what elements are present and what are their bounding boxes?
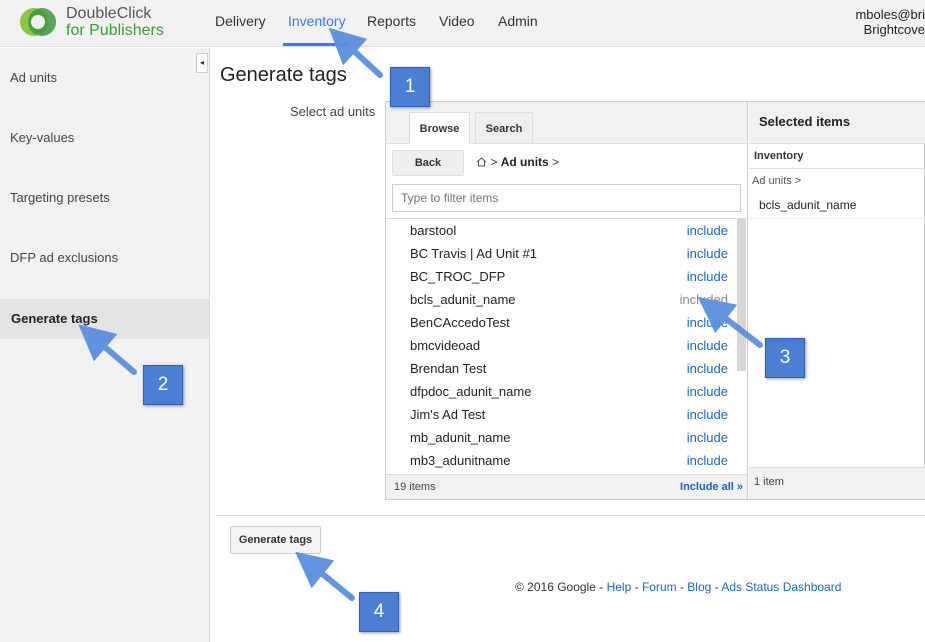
include-link[interactable]: include xyxy=(687,449,728,472)
nav-reports[interactable]: Reports xyxy=(367,13,416,29)
ad-unit-name: mb_adunit_name xyxy=(410,430,511,445)
included-status: included xyxy=(679,292,728,307)
ad-unit-picker: Browse Search Back > Ad units > barstool… xyxy=(385,101,925,500)
include-all-link[interactable]: Include all » xyxy=(680,475,743,500)
filter-input[interactable] xyxy=(392,184,741,212)
selected-breadcrumb: Ad units > xyxy=(752,175,802,187)
sidebar-item-dfp-ad-exclusions[interactable]: DFP ad exclusions xyxy=(0,238,209,278)
footer-link-forum[interactable]: Forum xyxy=(642,580,677,594)
ad-unit-name: bcls_adunit_name xyxy=(410,292,516,307)
sidebar-item-generate-tags[interactable]: Generate tags xyxy=(0,299,209,339)
selected-count: 1 item xyxy=(749,467,925,499)
page-title: Generate tags xyxy=(220,64,347,86)
selected-item[interactable]: bcls_adunit_name xyxy=(759,198,856,212)
sidebar: Ad units Key-values Targeting presets DF… xyxy=(0,48,210,642)
callout-4: 4 xyxy=(359,592,399,632)
nav-inventory[interactable]: Inventory xyxy=(288,13,346,29)
ad-unit-name: BC_TROC_DFP xyxy=(410,269,506,284)
nav-video[interactable]: Video xyxy=(439,13,475,29)
include-link[interactable]: include xyxy=(687,357,728,380)
callout-2: 2 xyxy=(143,365,183,405)
list-item: bmcvideoad include xyxy=(386,334,736,357)
ad-unit-name: BenCAccedoTest xyxy=(410,315,510,330)
include-link[interactable]: include xyxy=(687,380,728,403)
ad-unit-name: Brendan Test xyxy=(410,361,487,376)
ad-unit-name: BC Travis | Ad Unit #1 xyxy=(410,246,537,261)
ad-unit-name: Jim's Ad Test xyxy=(410,407,486,422)
include-link[interactable]: include xyxy=(687,403,728,426)
footer-separator: - xyxy=(711,580,722,594)
breadcrumb-separator: > xyxy=(490,155,498,169)
list-item: Brendan Test include xyxy=(386,357,736,380)
list-item: BC Travis | Ad Unit #1 include xyxy=(386,242,736,265)
tab-browse[interactable]: Browse xyxy=(409,112,470,144)
include-link[interactable]: include xyxy=(687,219,728,242)
list-item: bcls_adunit_name included xyxy=(386,288,736,311)
copyright: © 2016 Google - xyxy=(515,580,607,594)
footer-separator: - xyxy=(676,580,688,594)
sidebar-item-key-values[interactable]: Key-values xyxy=(0,118,209,158)
logo-text[interactable]: DoubleClick for Publishers xyxy=(66,5,164,39)
list-item: BC_TROC_DFP include xyxy=(386,265,736,288)
doubleclick-logo-icon[interactable] xyxy=(18,6,60,38)
user-email: mboles@bri xyxy=(855,7,925,22)
footer-separator: - xyxy=(631,580,642,594)
tab-search[interactable]: Search xyxy=(475,112,533,144)
ad-unit-name: dfpdoc_adunit_name xyxy=(410,384,532,399)
active-nav-indicator xyxy=(283,43,349,46)
top-bar: DoubleClick for Publishers Delivery Inve… xyxy=(0,0,925,47)
include-link[interactable]: include xyxy=(687,265,728,288)
include-link[interactable]: include xyxy=(687,334,728,357)
picker-tabs: Browse Search xyxy=(386,102,747,144)
back-button[interactable]: Back xyxy=(392,150,464,176)
logo-line-2: for Publishers xyxy=(66,22,164,39)
browse-footer: 19 items Include all » xyxy=(386,474,747,499)
generate-tags-button[interactable]: Generate tags xyxy=(230,526,321,554)
footer-link-help[interactable]: Help xyxy=(607,580,632,594)
list-scrollbar[interactable] xyxy=(737,219,746,371)
selected-items-title: Selected items xyxy=(749,102,925,144)
list-item: mb3_adunitname include xyxy=(386,449,736,472)
breadcrumb: > Ad units > xyxy=(476,155,559,169)
callout-1: 1 xyxy=(390,67,430,107)
page-footer: © 2016 Google - Help - Forum - Blog - Ad… xyxy=(515,580,841,594)
ad-unit-name: barstool xyxy=(410,223,457,238)
list-item: Jim's Ad Test include xyxy=(386,403,736,426)
ad-unit-name: mb3_adunitname xyxy=(410,453,511,468)
ad-unit-name: bmcvideoad xyxy=(410,338,481,353)
home-icon[interactable] xyxy=(476,157,487,167)
selected-divider xyxy=(749,218,925,219)
selected-pane: Selected items Inventory Ad units > bcls… xyxy=(749,102,925,499)
content-divider xyxy=(216,515,925,516)
breadcrumb-current: Ad units xyxy=(500,155,549,169)
callout-3: 3 xyxy=(765,338,805,378)
user-account[interactable]: mboles@bri Brightcove xyxy=(855,7,925,37)
item-count: 19 items xyxy=(394,481,436,493)
footer-link-blog[interactable]: Blog xyxy=(687,580,711,594)
include-link[interactable]: include xyxy=(687,426,728,449)
list-item: barstool include xyxy=(386,219,736,242)
list-item: mb_adunit_name include xyxy=(386,426,736,449)
include-link[interactable]: include xyxy=(687,311,728,334)
breadcrumb-trailing: > xyxy=(552,155,560,169)
user-network: Brightcove xyxy=(863,22,925,37)
inventory-section-label: Inventory xyxy=(754,150,804,162)
collapse-sidebar-icon[interactable]: ◂ xyxy=(196,53,208,73)
sidebar-item-ad-units[interactable]: Ad units xyxy=(0,58,209,98)
list-item: BenCAccedoTest include xyxy=(386,311,736,334)
list-item: dfpdoc_adunit_name include xyxy=(386,380,736,403)
arrow-4 xyxy=(295,551,355,601)
sidebar-item-targeting-presets[interactable]: Targeting presets xyxy=(0,178,209,218)
section-divider xyxy=(749,168,925,169)
nav-delivery[interactable]: Delivery xyxy=(215,13,266,29)
select-ad-units-label: Select ad units xyxy=(290,104,376,119)
footer-link-status[interactable]: Ads Status Dashboard xyxy=(721,580,841,594)
nav-admin[interactable]: Admin xyxy=(498,13,538,29)
ad-unit-list: barstool include BC Travis | Ad Unit #1 … xyxy=(386,218,747,474)
browse-pane: Browse Search Back > Ad units > barstool… xyxy=(386,102,748,499)
include-link[interactable]: include xyxy=(687,242,728,265)
logo-line-1: DoubleClick xyxy=(66,5,152,22)
